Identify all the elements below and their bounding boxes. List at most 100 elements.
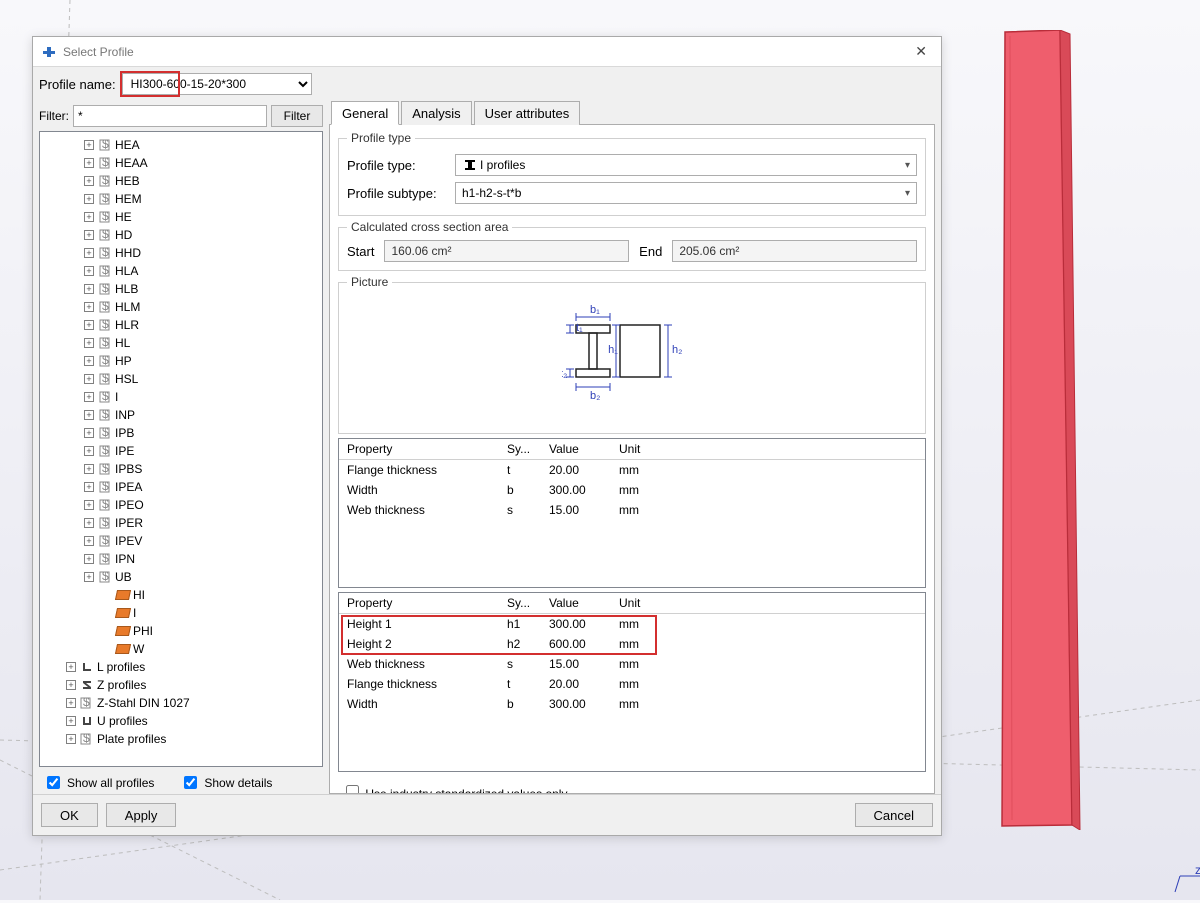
tree-item-ipbs[interactable]: +$IPBS [40,460,322,478]
tree-item-hlm[interactable]: +$HLM [40,298,322,316]
tree-item-he[interactable]: +$HE [40,208,322,226]
table-row[interactable]: Flange thicknesst20.00mm [339,460,925,480]
table-row[interactable]: Height 2h2600.00mm [339,634,925,654]
tree-item-i[interactable]: +$I [40,388,322,406]
tree-leaf-i[interactable]: I [40,604,322,622]
expand-icon[interactable]: + [84,338,94,348]
tree-item-inp[interactable]: +$INP [40,406,322,424]
cancel-button[interactable]: Cancel [855,803,933,827]
expand-icon[interactable]: + [84,320,94,330]
expand-icon[interactable]: + [84,518,94,528]
expand-icon[interactable]: + [84,554,94,564]
show-all-checkbox[interactable]: Show all profiles [43,773,154,792]
expand-icon[interactable]: + [84,248,94,258]
expand-icon[interactable]: + [66,698,76,708]
table-row[interactable]: Widthb300.00mm [339,694,925,714]
node-label: IPB [115,426,134,440]
tree-item-iper[interactable]: +$IPER [40,514,322,532]
expand-icon[interactable]: + [84,284,94,294]
profile-name-select[interactable]: HI300-600-15-20*300 [122,73,312,95]
expand-icon[interactable]: + [84,572,94,582]
ok-button[interactable]: OK [41,803,98,827]
tree-item-plate-profiles[interactable]: +$Plate profiles [40,730,322,748]
tree-item-z-profiles[interactable]: +Z profiles [40,676,322,694]
show-details-checkbox[interactable]: Show details [180,773,272,792]
expand-icon[interactable]: + [84,140,94,150]
profile-name-combo[interactable]: HI300-600-15-20*300 [122,73,312,95]
tree-item-hem[interactable]: +$HEM [40,190,322,208]
expand-icon[interactable]: + [84,536,94,546]
expand-icon[interactable]: + [84,446,94,456]
expand-icon[interactable]: + [84,158,94,168]
tree-leaf-hi[interactable]: HI [40,586,322,604]
expand-icon[interactable]: + [84,176,94,186]
tree-item-hlr[interactable]: +$HLR [40,316,322,334]
tab-general[interactable]: General [331,101,399,125]
tree-item-ipb[interactable]: + $ IPB [40,424,322,442]
tree-item-hd[interactable]: +$HD [40,226,322,244]
tree-item-ipe[interactable]: +$IPE [40,442,322,460]
properties-table-1[interactable]: PropertySy...ValueUnitFlange thicknesst2… [338,438,926,588]
tab-user-attributes[interactable]: User attributes [474,101,581,125]
tree-item-hhd[interactable]: +$HHD [40,244,322,262]
svg-text:$: $ [102,319,109,331]
expand-icon[interactable]: + [66,734,76,744]
expand-icon[interactable]: + [84,464,94,474]
expand-icon[interactable]: + [84,356,94,366]
expand-icon[interactable]: + [84,410,94,420]
node-label: IPER [115,516,143,530]
expand-icon[interactable]: + [84,392,94,402]
tree-item-z-stahl-din-1027[interactable]: +$Z-Stahl DIN 1027 [40,694,322,712]
close-button[interactable]: ✕ [909,41,933,62]
tree-item-hl[interactable]: +$HL [40,334,322,352]
table-row[interactable]: Height 1h1300.00mm [339,614,925,634]
expand-icon[interactable]: + [84,212,94,222]
properties-table-2[interactable]: PropertySy...ValueUnitHeight 1h1300.00mm… [338,592,926,772]
tree-item-hsl[interactable]: +$HSL [40,370,322,388]
tabs: General Analysis User attributes [329,101,935,124]
tree-leaf-w[interactable]: W [40,640,322,658]
filter-input[interactable] [73,105,267,127]
general-panel: Profile type Profile type: I profiles ▾ … [329,124,935,794]
profile-tree[interactable]: +$HEA+$HEAA+$HEB+$HEM+$HE+$HD+$HHD+$HLA+… [39,131,323,767]
svg-text:$: $ [102,427,109,439]
tree-item-heaa[interactable]: +$HEAA [40,154,322,172]
expand-icon[interactable]: + [84,482,94,492]
expand-icon[interactable]: + [84,230,94,240]
expand-icon[interactable]: + [84,428,94,438]
filter-button[interactable]: Filter [271,105,323,127]
tree-item-heb[interactable]: +$HEB [40,172,322,190]
tree-item-hp[interactable]: +$HP [40,352,322,370]
tree-item-ipea[interactable]: +$IPEA [40,478,322,496]
tree-leaf-phi[interactable]: PHI [40,622,322,640]
expand-icon[interactable]: + [84,266,94,276]
tree-item-ipeo[interactable]: +$IPEO [40,496,322,514]
profile-type-select[interactable]: I profiles ▾ [455,154,917,176]
table-row[interactable]: Web thicknesss15.00mm [339,654,925,674]
node-icon: $ [98,498,112,512]
tree-item-l-profiles[interactable]: +L profiles [40,658,322,676]
tab-analysis[interactable]: Analysis [401,101,471,125]
expand-icon[interactable]: + [66,662,76,672]
tree-item-hlb[interactable]: +$HLB [40,280,322,298]
table-row[interactable]: Widthb300.00mm [339,480,925,500]
expand-icon[interactable]: + [66,716,76,726]
expand-icon[interactable]: + [84,302,94,312]
table-row[interactable]: Web thicknesss15.00mm [339,500,925,520]
expand-icon[interactable]: + [84,194,94,204]
expand-icon[interactable]: + [66,680,76,690]
expand-icon[interactable]: + [84,500,94,510]
tree-item-ipn[interactable]: +$IPN [40,550,322,568]
apply-button[interactable]: Apply [106,803,177,827]
tree-item-hea[interactable]: +$HEA [40,136,322,154]
profile-subtype-select[interactable]: h1-h2-s-t*b ▾ [455,182,917,204]
table-row[interactable]: Flange thicknesst20.00mm [339,674,925,694]
node-icon: $ [98,390,112,404]
tree-item-ub[interactable]: +$UB [40,568,322,586]
use-industry-checkbox[interactable]: Use industry standardized values only [342,782,567,794]
tree-item-hla[interactable]: +$HLA [40,262,322,280]
tree-item-u-profiles[interactable]: +U profiles [40,712,322,730]
select-profile-dialog: Select Profile ✕ Profile name: HI300-600… [32,36,942,836]
expand-icon[interactable]: + [84,374,94,384]
tree-item-ipev[interactable]: +$IPEV [40,532,322,550]
